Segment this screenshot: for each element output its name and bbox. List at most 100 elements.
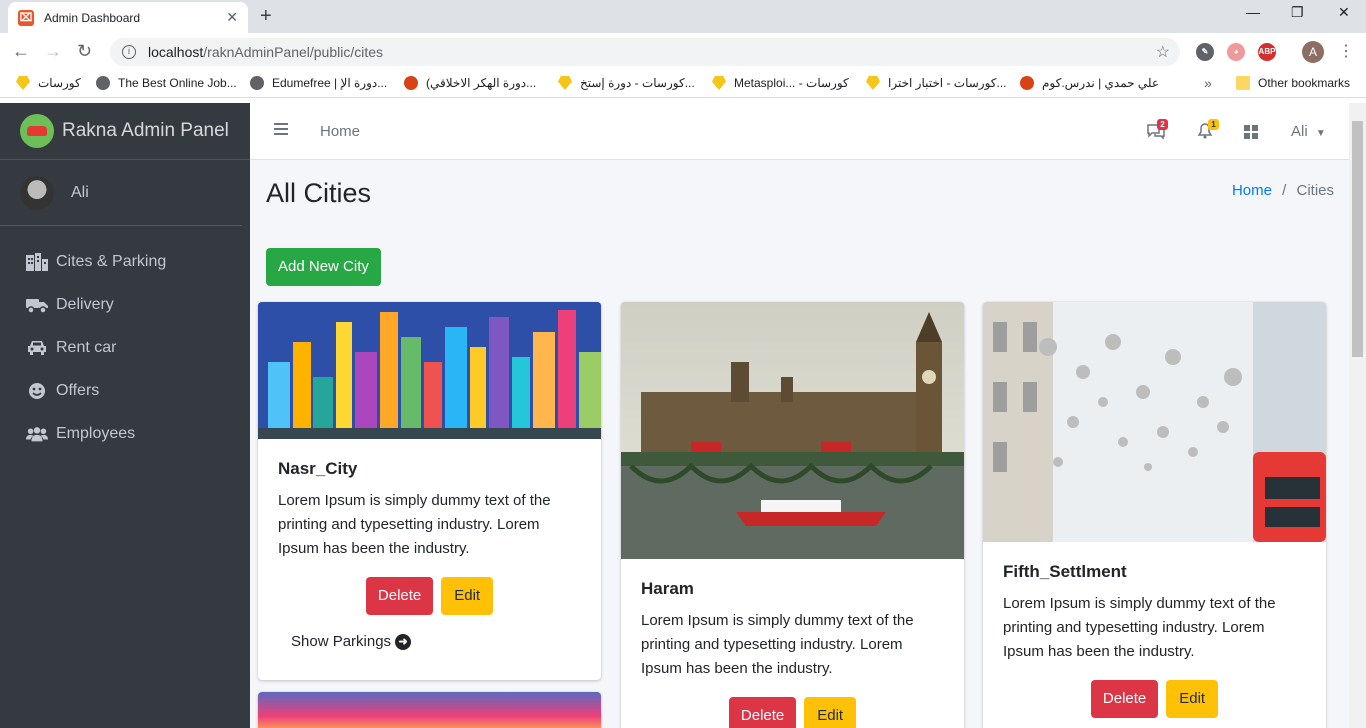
sidebar: Rakna Admin Panel Ali Cites & Parking De… (0, 103, 250, 728)
bookmark-item[interactable]: كورسات (8, 76, 81, 90)
sidebar-item-employees[interactable]: Employees (0, 412, 250, 455)
city-description: Lorem Ipsum is simply dummy text of the … (641, 612, 914, 677)
city-description: Lorem Ipsum is simply dummy text of the … (1003, 595, 1276, 660)
delete-button[interactable]: Delete (1090, 680, 1159, 718)
city-image (258, 692, 601, 728)
close-tab-icon[interactable]: ✕ (226, 9, 238, 26)
url-host: localhost (148, 44, 204, 60)
bookmark-item[interactable]: The Best Online Job... (88, 76, 237, 90)
tab-title: Admin Dashboard (44, 10, 141, 25)
city-name: Nasr_City (278, 459, 358, 478)
browser-tabstrip: ⌧ Admin Dashboard ✕ + — ❐ ✕ (0, 0, 1366, 33)
globe-icon (250, 76, 264, 90)
nav-home-link[interactable]: Home (320, 123, 360, 140)
xampp-favicon-icon: ⌧ (18, 9, 34, 26)
user-dropdown[interactable]: Ali ▼ (1291, 123, 1326, 140)
breadcrumb-separator: / (1282, 182, 1287, 199)
city-card-partial (258, 692, 601, 728)
bookmark-item[interactable]: (دورة الهكر الاخلاقي... (396, 76, 536, 90)
bookmark-star-icon[interactable]: ☆ (1156, 42, 1170, 62)
reload-icon[interactable]: ↻ (77, 41, 92, 61)
new-tab-icon[interactable]: + (260, 5, 272, 27)
car-icon (26, 340, 48, 356)
truck-icon (26, 297, 48, 313)
sidebar-item-label: Offers (56, 381, 100, 399)
bookmark-item[interactable]: علي حمدي | ندرس.كوم (1012, 76, 1159, 90)
city-image (258, 302, 601, 439)
edit-button[interactable]: Edit (804, 697, 857, 728)
user-panel[interactable]: Ali (0, 160, 242, 226)
sidebar-item-offers[interactable]: Offers (0, 369, 250, 412)
show-parkings-label: Show Parkings (291, 633, 392, 650)
main-header: Home 2 1 Ali ▼ (250, 103, 1350, 160)
bookmark-favicon-icon (866, 76, 880, 90)
smile-icon (26, 382, 48, 400)
card-actions: Delete Edit (258, 577, 601, 615)
city-card-nasr-city: Nasr_City Lorem Ipsum is simply dummy te… (258, 302, 601, 680)
messages-count-badge: 2 (1157, 119, 1168, 130)
arrow-circle-right-icon: ➜ (395, 633, 412, 650)
brand-link[interactable]: Rakna Admin Panel (0, 103, 250, 160)
adblock-plus-icon[interactable]: ABP (1258, 43, 1276, 61)
sidebar-item-delivery[interactable]: Delivery (0, 283, 250, 326)
hacker-favicon-icon (404, 76, 418, 90)
back-icon[interactable]: ← (12, 41, 30, 61)
messages-button[interactable]: 2 (1146, 119, 1168, 144)
building-icon (26, 252, 48, 271)
hamburger-menu-icon[interactable] (274, 123, 288, 135)
folder-icon (1236, 76, 1250, 90)
delete-button[interactable]: Delete (728, 697, 797, 728)
edit-button[interactable]: Edit (1166, 680, 1219, 718)
cat-extension-icon[interactable]: ◕ (1227, 43, 1245, 61)
bookmark-favicon-icon (16, 76, 30, 90)
scrollbar-thumb[interactable] (1352, 121, 1363, 357)
city-description: Lorem Ipsum is simply dummy text of the … (278, 492, 551, 557)
content-wrapper: All Cities Home / Cities Add New City Na… (250, 160, 1350, 728)
show-parkings-link[interactable]: Show Parkings ➜ (291, 633, 601, 650)
eyedropper-extension-icon[interactable]: ✎ (1196, 43, 1214, 61)
minimize-icon[interactable]: — (1246, 4, 1260, 20)
nadrus-favicon-icon (1020, 76, 1034, 90)
restore-icon[interactable]: ❐ (1291, 4, 1304, 21)
users-icon (26, 426, 48, 442)
breadcrumb-home[interactable]: Home (1232, 182, 1272, 199)
city-image (621, 302, 964, 559)
city-name: Haram (641, 579, 694, 598)
address-bar[interactable]: i localhost/raknAdminPanel/public/cites … (110, 38, 1180, 66)
breadcrumb: Home / Cities (1232, 182, 1334, 199)
edit-button[interactable]: Edit (441, 577, 494, 615)
close-window-icon[interactable]: ✕ (1338, 4, 1350, 21)
bookmark-item[interactable]: كورسات - اختبار اخترا... (858, 76, 1007, 90)
forward-icon[interactable]: → (44, 41, 62, 61)
sidebar-item-cites-parking[interactable]: Cites & Parking (0, 240, 250, 283)
caret-down-icon: ▼ (1315, 128, 1326, 139)
more-bookmarks-icon[interactable]: » (1204, 75, 1212, 91)
bookmark-favicon-icon (712, 76, 726, 90)
brand-logo-icon (20, 114, 54, 148)
browser-tab[interactable]: ⌧ Admin Dashboard ✕ (8, 2, 248, 33)
bookmarks-bar: كورسات The Best Online Job... Edumefree … (0, 71, 1366, 98)
delete-button[interactable]: Delete (365, 577, 434, 615)
sidebar-item-label: Employees (56, 424, 136, 442)
bookmark-item[interactable]: Metasploi... - كورسات (704, 76, 849, 90)
info-icon[interactable]: i (122, 45, 136, 59)
bookmark-item[interactable]: كورسات - دورة إستخ... (550, 76, 695, 90)
notifications-button[interactable]: 1 (1197, 119, 1219, 144)
user-avatar (20, 175, 54, 210)
other-bookmarks[interactable]: Other bookmarks (1228, 76, 1350, 90)
globe-icon (96, 76, 110, 90)
url-path: /raknAdminPanel/public/cites (203, 44, 384, 60)
bookmark-item[interactable]: Edumefree | دورة الإ... (242, 76, 387, 90)
browser-menu-icon[interactable]: ⋮ (1338, 41, 1354, 61)
profile-avatar[interactable]: A (1302, 41, 1324, 63)
add-new-city-button[interactable]: Add New City (266, 248, 381, 286)
city-image (983, 302, 1326, 542)
sidebar-item-label: Rent car (56, 338, 117, 356)
sidebar-item-rent-car[interactable]: Rent car (0, 326, 250, 369)
bookmark-favicon-icon (558, 76, 572, 90)
apps-grid-icon[interactable] (1244, 125, 1258, 139)
page-scrollbar[interactable] (1349, 103, 1366, 728)
browser-toolbar: ← → ↻ i localhost/raknAdminPanel/public/… (0, 33, 1366, 71)
card-actions: Delete Edit (983, 680, 1326, 718)
notifications-count-badge: 1 (1208, 119, 1219, 130)
